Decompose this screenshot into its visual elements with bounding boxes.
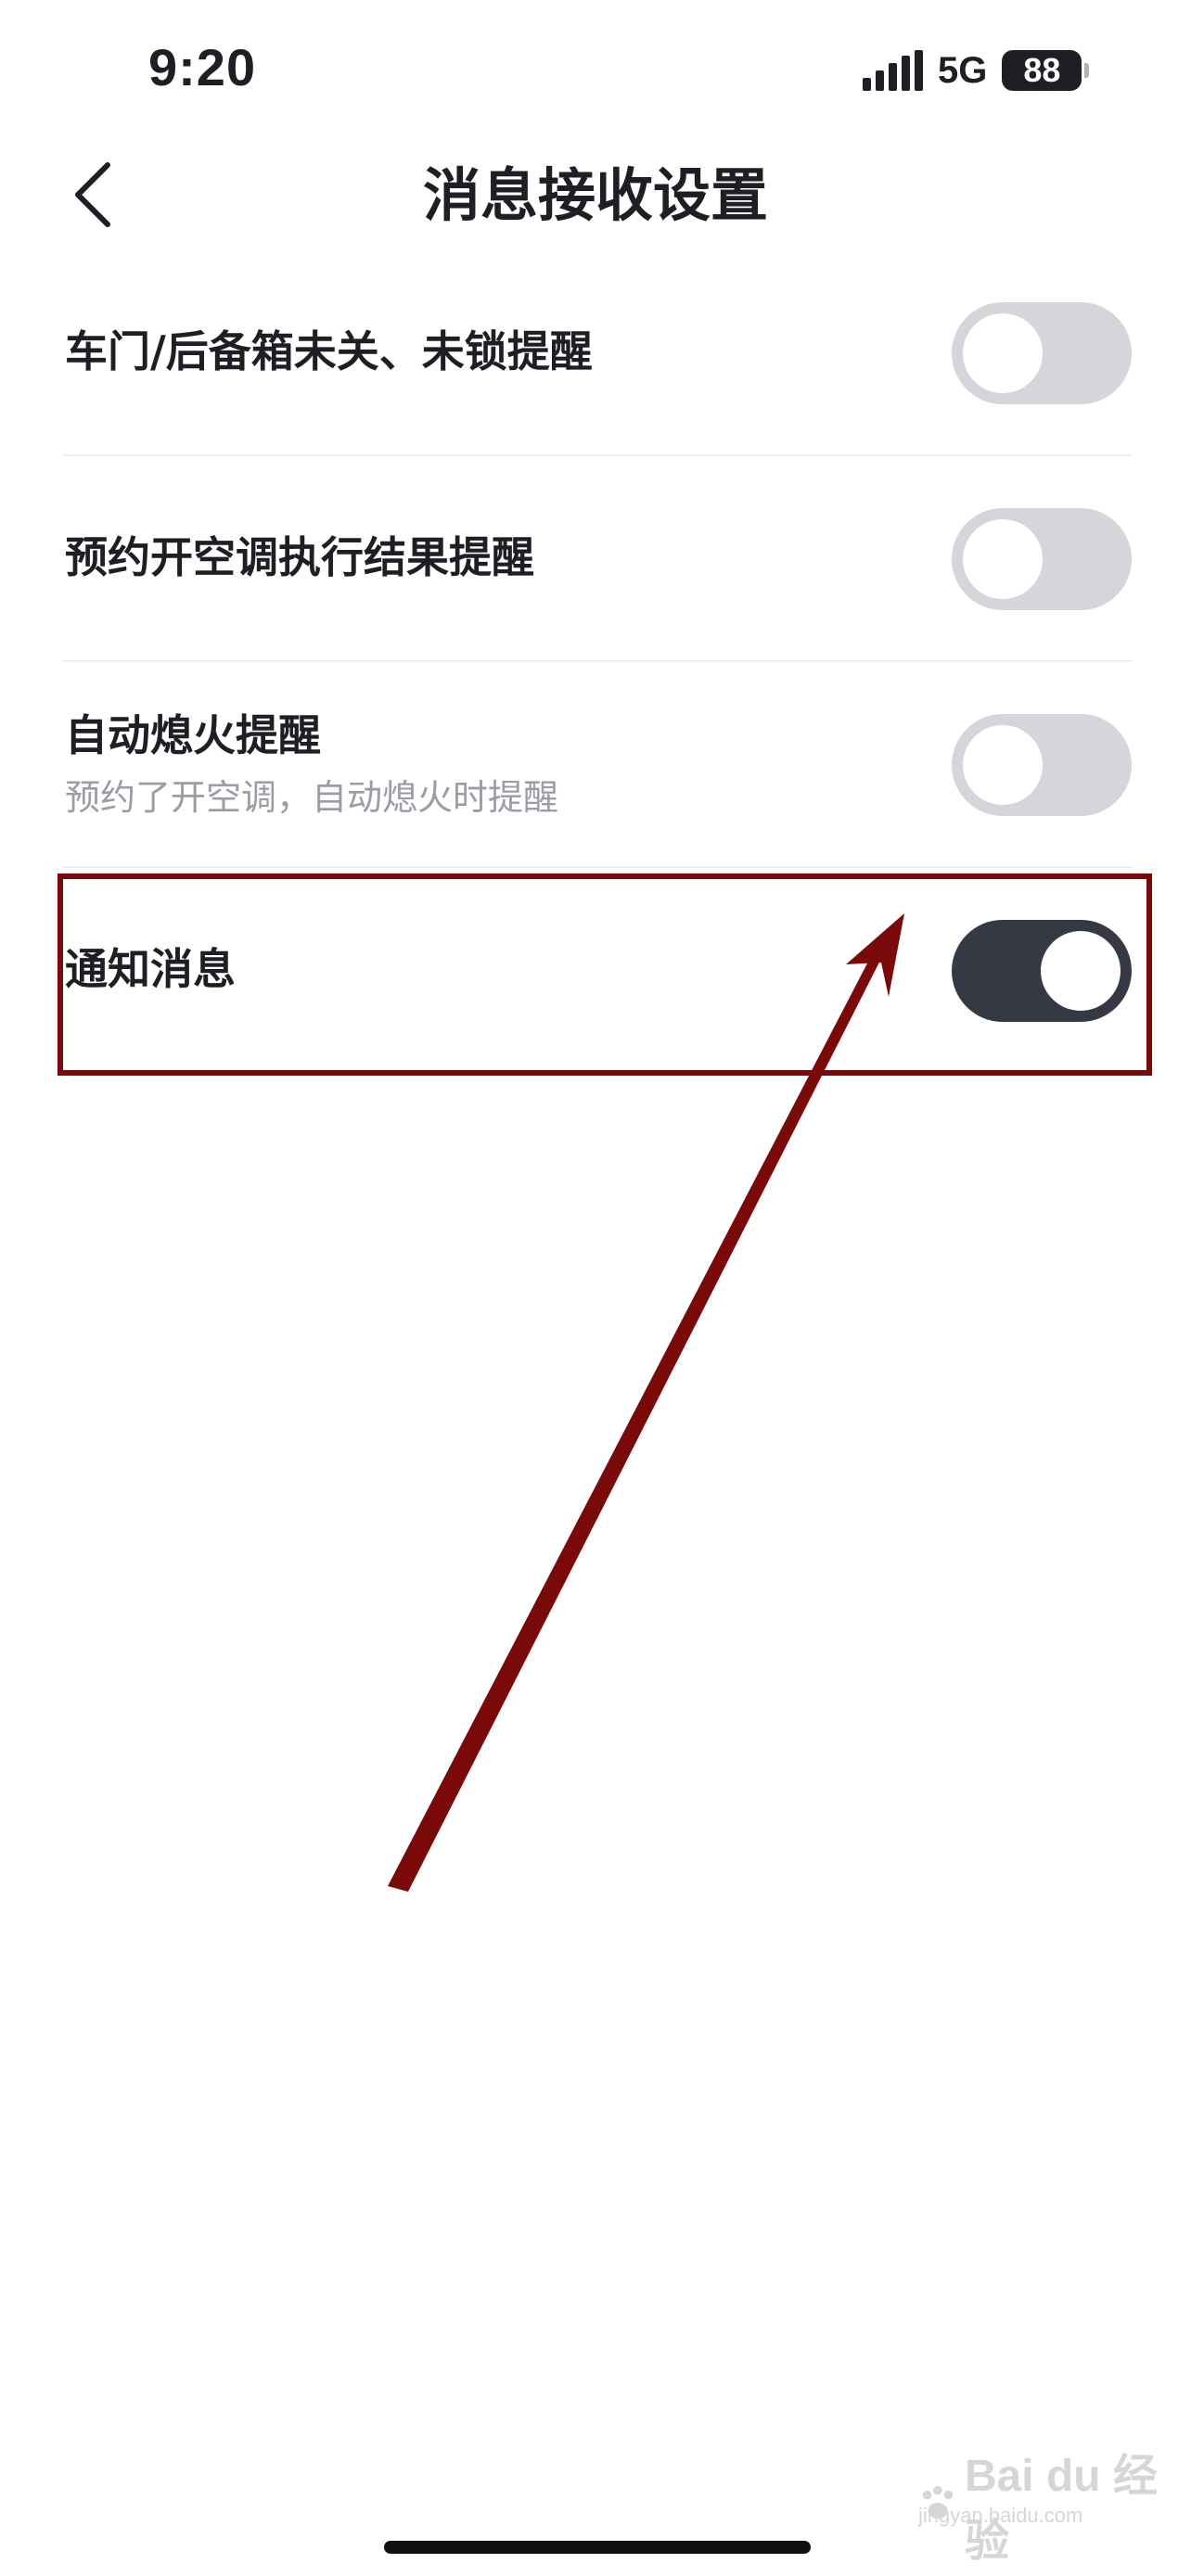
setting-text: 车门/后备箱未关、未锁提醒 (65, 250, 593, 454)
setting-text: 预约开空调执行结果提醒 (65, 456, 534, 660)
door-trunk-reminder-toggle[interactable] (952, 302, 1132, 404)
auto-shutoff-reminder-toggle[interactable] (952, 714, 1132, 816)
setting-row-door-trunk-reminder: 车门/后备箱未关、未锁提醒 (63, 250, 1132, 456)
navigation-header: 消息接收设置 (0, 139, 1191, 241)
setting-label: 自动熄火提醒 (65, 709, 321, 760)
setting-label: 预约开空调执行结果提醒 (65, 532, 534, 583)
battery-level: 88 (1002, 50, 1082, 91)
signal-icon (863, 50, 923, 91)
setting-text: 自动熄火提醒 预约了开空调，自动熄火时提醒 (65, 662, 558, 866)
setting-description: 预约了开空调，自动熄火时提醒 (65, 777, 559, 819)
setting-label: 车门/后备箱未关、未锁提醒 (65, 326, 593, 377)
watermark-subtext: jingyan.baidu.com (918, 2504, 1083, 2527)
highlight-annotation-box (58, 874, 1152, 1076)
status-time: 9:20 (148, 38, 257, 96)
setting-row-ac-result-reminder: 预约开空调执行结果提醒 (63, 456, 1132, 662)
arrow-shaft (388, 937, 890, 1892)
toggle-knob (963, 519, 1043, 599)
status-indicators: 5G 88 (863, 48, 1090, 93)
battery-icon: 88 (1002, 50, 1090, 91)
network-type: 5G (938, 49, 988, 91)
toggle-knob (963, 313, 1043, 393)
ac-result-reminder-toggle[interactable] (952, 508, 1132, 610)
home-indicator[interactable] (384, 2541, 811, 2554)
toggle-knob (963, 725, 1043, 805)
setting-row-auto-shutoff-reminder: 自动熄火提醒 预约了开空调，自动熄火时提醒 (63, 662, 1132, 868)
page-title: 消息接收设置 (422, 161, 768, 229)
status-bar: 9:20 5G 88 (0, 0, 1191, 139)
battery-tip (1084, 63, 1090, 78)
